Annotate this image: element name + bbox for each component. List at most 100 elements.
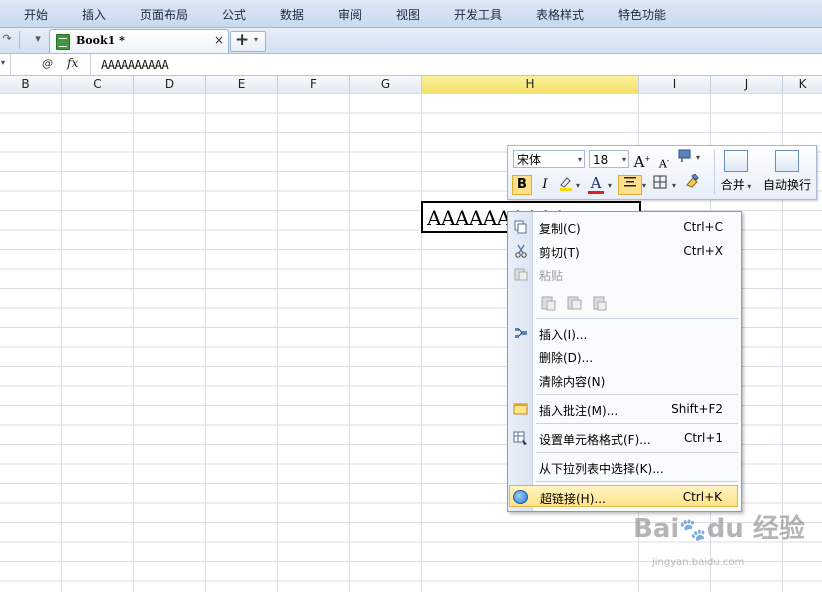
gridline bbox=[349, 93, 350, 592]
divider bbox=[10, 54, 11, 75]
font-color-glyph: A bbox=[590, 174, 602, 192]
grow-font-icon[interactable]: A+ bbox=[632, 149, 652, 171]
menu-formulas[interactable]: 公式 bbox=[222, 6, 246, 23]
chevron-down-icon[interactable]: ▾ bbox=[578, 151, 582, 169]
column-header-c[interactable]: C bbox=[62, 76, 134, 93]
zoom-icon[interactable]: @ bbox=[42, 57, 53, 70]
menu-page-layout[interactable]: 页面布局 bbox=[140, 6, 188, 23]
chevron-down-icon[interactable]: ▾ bbox=[622, 151, 626, 169]
name-box-dropdown-icon[interactable]: ▾ bbox=[1, 58, 5, 67]
menu-item-pick-from-list[interactable]: 从下拉列表中选择(K)... bbox=[509, 457, 738, 477]
wrap-label: 自动换行 bbox=[762, 178, 811, 192]
column-header-j[interactable]: J bbox=[711, 76, 783, 93]
menu-view[interactable]: 视图 bbox=[396, 6, 420, 23]
column-header-e[interactable]: E bbox=[206, 76, 278, 93]
menu-item-label: 从下拉列表中选择(K)... bbox=[539, 462, 664, 476]
menu-table-style[interactable]: 表格样式 bbox=[536, 6, 584, 23]
column-header-h[interactable]: H bbox=[422, 76, 639, 93]
font-size-value: 18 bbox=[593, 153, 609, 167]
font-size-select[interactable]: 18 ▾ bbox=[589, 150, 629, 168]
shrink-font-icon[interactable]: A- bbox=[654, 151, 674, 171]
menu-item-format-cells[interactable]: 设置单元格格式(F)... Ctrl+1 bbox=[509, 428, 738, 448]
column-header-k[interactable]: K bbox=[783, 76, 822, 93]
hyperlink-icon bbox=[513, 490, 528, 504]
font-color-icon[interactable]: A bbox=[586, 173, 606, 194]
chevron-down-icon[interactable]: ▾ bbox=[672, 181, 676, 190]
scissors-icon bbox=[513, 244, 528, 258]
ribbon-menu-bar: 开始 插入 页面布局 公式 数据 审阅 视图 开发工具 表格样式 特色功能 bbox=[0, 0, 822, 28]
grow-font-glyph: A bbox=[633, 153, 645, 171]
column-headers: B C D E F G H I J K bbox=[0, 76, 822, 94]
menu-item-shortcut: Ctrl+C bbox=[683, 220, 723, 234]
clear-format-eraser-icon[interactable] bbox=[682, 173, 702, 194]
gridline bbox=[421, 93, 422, 592]
gridline bbox=[277, 93, 278, 592]
menu-data[interactable]: 数据 bbox=[280, 6, 304, 23]
menu-separator bbox=[536, 318, 738, 319]
wrap-text-icon bbox=[775, 150, 799, 172]
gridline bbox=[205, 93, 206, 592]
document-tab-bar: ↷ ▾ Book1 * × + ▾ bbox=[0, 28, 822, 54]
divider bbox=[90, 54, 91, 75]
menu-item-label: 剪切(T) bbox=[539, 246, 580, 260]
menu-developer[interactable]: 开发工具 bbox=[454, 6, 502, 23]
merge-cells-icon bbox=[724, 150, 748, 172]
menu-item-shortcut: Ctrl+X bbox=[683, 244, 723, 258]
toolbar-divider bbox=[714, 150, 715, 194]
menu-review[interactable]: 审阅 bbox=[338, 6, 362, 23]
menu-item-label: 设置单元格格式(F)... bbox=[539, 433, 651, 447]
font-name-select[interactable]: 宋体 ▾ bbox=[513, 150, 585, 168]
align-center-button[interactable] bbox=[618, 175, 642, 195]
font-name-value: 宋体 bbox=[517, 153, 542, 167]
menu-separator bbox=[536, 481, 738, 482]
merge-label: 合并 bbox=[720, 178, 745, 192]
chevron-down-icon[interactable]: ▾ bbox=[254, 35, 258, 44]
menu-item-delete[interactable]: 删除(D)... bbox=[509, 346, 738, 366]
menu-item-insert[interactable]: 插入(I)... bbox=[509, 323, 738, 343]
chevron-down-icon[interactable]: ▾ bbox=[608, 181, 612, 190]
italic-button[interactable]: I bbox=[535, 175, 555, 195]
close-tab-icon[interactable]: × bbox=[214, 33, 224, 47]
insert-function-icon[interactable]: fx bbox=[67, 56, 78, 70]
menu-item-clear-contents[interactable]: 清除内容(N) bbox=[509, 370, 738, 390]
chevron-down-icon[interactable]: ▾ bbox=[576, 181, 580, 190]
format-painter-icon[interactable] bbox=[676, 149, 696, 169]
chevron-down-icon[interactable]: ▾ bbox=[696, 153, 700, 162]
column-header-f[interactable]: F bbox=[278, 76, 350, 93]
chevron-down-icon[interactable]: ▾ bbox=[642, 181, 646, 190]
bold-button[interactable]: B bbox=[512, 175, 532, 195]
menu-item-hyperlink[interactable]: 超链接(H)... Ctrl+K bbox=[509, 485, 738, 507]
tab-list-dropdown-icon[interactable]: ▾ bbox=[31, 32, 45, 48]
document-title: Book1 * bbox=[76, 34, 125, 47]
menu-separator bbox=[536, 394, 738, 395]
menu-insert[interactable]: 插入 bbox=[82, 6, 106, 23]
highlight-color-icon[interactable] bbox=[556, 175, 576, 195]
insert-icon bbox=[513, 326, 528, 340]
menu-item-label: 清除内容(N) bbox=[539, 375, 606, 389]
redo-icon[interactable]: ↷ bbox=[0, 32, 14, 48]
menu-separator bbox=[536, 452, 738, 453]
paste-options-row bbox=[509, 294, 738, 314]
column-header-b[interactable]: B bbox=[0, 76, 62, 93]
wrap-text-button[interactable]: 自动换行 bbox=[762, 150, 812, 193]
menu-separator bbox=[536, 423, 738, 424]
menu-item-copy[interactable]: 复制(C) Ctrl+C bbox=[509, 217, 738, 237]
formula-input[interactable]: AAAAAAAAAA bbox=[101, 58, 169, 72]
new-tab-button[interactable]: + ▾ bbox=[230, 30, 266, 52]
formula-bar: ▾ @ fx AAAAAAAAAA bbox=[0, 54, 822, 76]
format-cells-icon bbox=[513, 431, 528, 445]
menu-item-insert-comment[interactable]: 插入批注(M)... Shift+F2 bbox=[509, 399, 738, 419]
plus-icon: + bbox=[235, 30, 250, 50]
tab-book1[interactable]: Book1 * × bbox=[49, 29, 229, 53]
paste-format-icon bbox=[593, 295, 609, 314]
merge-button[interactable]: 合并 ▾ bbox=[718, 150, 754, 193]
menu-item-label: 复制(C) bbox=[539, 222, 581, 236]
watermark-url: jingyan.baidu.com bbox=[652, 557, 745, 568]
column-header-g[interactable]: G bbox=[350, 76, 422, 93]
menu-home[interactable]: 开始 bbox=[24, 6, 48, 23]
column-header-d[interactable]: D bbox=[134, 76, 206, 93]
menu-special-features[interactable]: 特色功能 bbox=[618, 6, 666, 23]
borders-icon[interactable] bbox=[650, 175, 670, 195]
column-header-i[interactable]: I bbox=[639, 76, 711, 93]
menu-item-cut[interactable]: 剪切(T) Ctrl+X bbox=[509, 241, 738, 261]
